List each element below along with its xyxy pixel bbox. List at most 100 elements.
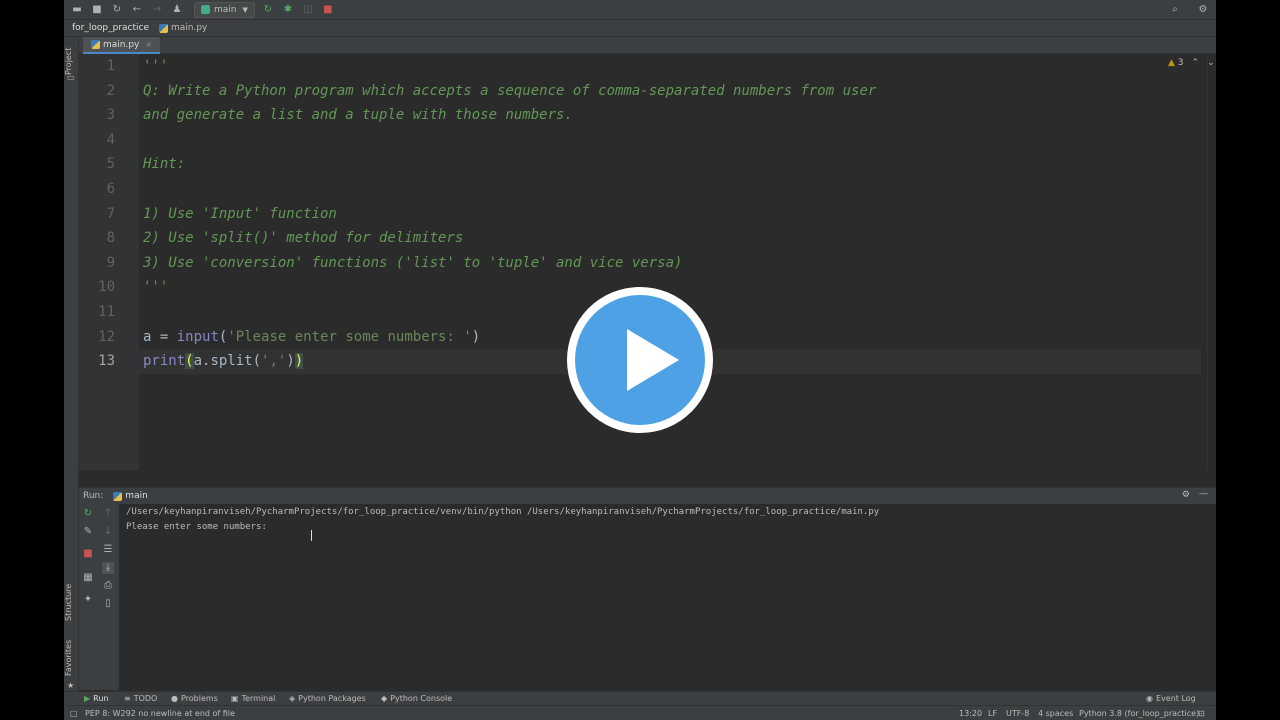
layout-icon[interactable]: ▦ — [82, 572, 94, 584]
run-config-selector[interactable]: main ▼ — [194, 1, 255, 18]
run-config-tab[interactable]: main — [113, 491, 148, 501]
run-config-label: main — [214, 4, 237, 15]
arrow-up-icon[interactable]: ↑ — [102, 508, 114, 520]
panel-toggle-icon[interactable]: ▢ — [70, 709, 78, 718]
code-line: 2) Use 'split()' method for delimiters — [143, 230, 464, 247]
string-token: 'Please enter some numbers: ' — [227, 328, 472, 345]
gear-icon[interactable]: ⚙ — [1196, 2, 1210, 16]
file-encoding[interactable]: UTF-8 — [1006, 709, 1029, 718]
rerun-icon[interactable]: ↻ — [261, 3, 275, 17]
structure-tool-tab[interactable]: Structure — [64, 577, 78, 627]
tab-terminal[interactable]: ▣ Terminal — [231, 694, 275, 703]
tab-python-console-label: Python Console — [390, 694, 453, 703]
line-number-current: 13 — [98, 353, 115, 370]
run-console[interactable]: /Users/keyhanpiranviseh/PycharmProjects/… — [119, 504, 1216, 690]
builtin-token: input — [176, 328, 219, 345]
python-console-icon: ◆ — [381, 694, 388, 703]
inspection-widget[interactable]: ▲ 3 ⌃ ⌄ — [1168, 58, 1215, 68]
search-icon[interactable]: ⌕ — [1168, 2, 1182, 16]
run-config-tab-label: main — [125, 491, 148, 501]
paren-token: ) — [471, 328, 481, 345]
sync-icon[interactable]: ↻ — [110, 3, 124, 17]
breadcrumb: for_loop_practice main.py — [64, 20, 1216, 37]
operator-token: = — [151, 328, 177, 345]
arrow-down-icon[interactable]: ↓ — [102, 526, 114, 538]
code-line: ''' — [143, 279, 169, 296]
chevron-down-icon[interactable]: ⌄ — [1207, 58, 1215, 68]
main-toolbar: ▬ ■ ↻ ← → ♟ main ▼ ↻ ✱ ◫ ■ ⌕ ⚙ — [64, 0, 1216, 20]
line-number: 1 — [106, 58, 115, 74]
status-message[interactable]: PEP 8: W292 no newline at end of file — [85, 709, 235, 718]
python-config-icon — [113, 491, 123, 501]
tab-todo[interactable]: ≡ TODO — [124, 694, 157, 703]
editor-scrollbar[interactable] — [1207, 54, 1216, 470]
line-number: 6 — [106, 181, 115, 197]
text-cursor — [311, 530, 312, 541]
play-button-circle — [575, 295, 705, 425]
tab-python-packages[interactable]: ◈ Python Packages — [289, 694, 366, 703]
trash-icon[interactable]: ▯ — [102, 598, 114, 610]
code-line: 3) Use 'conversion' functions ('list' to… — [143, 254, 683, 271]
code-line: 1) Use 'Input' function — [143, 205, 337, 222]
star-icon: ★ — [67, 681, 75, 690]
line-number-gutter: 1 2 3 4 5 6 7 8 9 10 11 12 13 — [79, 54, 139, 470]
coverage-icon[interactable]: ◫ — [301, 3, 315, 17]
tab-python-console[interactable]: ◆ Python Console — [381, 694, 452, 703]
code-line: ''' — [143, 58, 169, 74]
back-arrow-icon[interactable]: ← — [130, 3, 144, 17]
code-line: and generate a list and a tuple with tho… — [143, 107, 573, 124]
console-line: /Users/keyhanpiranviseh/PycharmProjects/… — [126, 507, 880, 517]
line-separator[interactable]: LF — [988, 709, 997, 718]
print-icon[interactable]: ⎙ — [102, 580, 114, 592]
line-number: 3 — [106, 107, 115, 124]
wrench-icon[interactable]: ✎ — [82, 526, 94, 538]
minimize-icon[interactable]: — — [1199, 489, 1208, 499]
indent-setting[interactable]: 4 spaces — [1038, 709, 1073, 718]
python-config-icon — [201, 5, 210, 14]
forward-arrow-icon[interactable]: → — [150, 3, 164, 17]
warning-icon: ▲ — [1168, 58, 1175, 68]
chevron-up-icon[interactable]: ⌃ — [1192, 58, 1200, 68]
video-play-button[interactable] — [567, 287, 713, 433]
tab-main-py[interactable]: main.py × — [83, 37, 161, 54]
lock-icon[interactable]: ⊡ — [1198, 709, 1205, 718]
line-number: 11 — [98, 304, 115, 320]
tab-event-log[interactable]: ◉ Event Log — [1146, 694, 1196, 703]
stop-icon[interactable]: ■ — [321, 3, 335, 17]
tab-run[interactable]: ▶ Run — [84, 694, 109, 703]
code-line: Hint: — [143, 156, 186, 173]
tab-terminal-label: Terminal — [241, 694, 276, 703]
tab-problems[interactable]: ● Problems — [171, 694, 218, 703]
info-icon: ● — [171, 694, 178, 703]
console-line: Please enter some numbers: — [126, 522, 273, 532]
pin-icon[interactable]: ✦ — [82, 594, 94, 606]
interpreter-selector[interactable]: Python 3.8 (for_loop_practice) — [1079, 709, 1199, 718]
play-icon: ▶ — [84, 694, 91, 703]
user-icon[interactable]: ♟ — [170, 3, 184, 17]
tab-event-log-label: Event Log — [1155, 694, 1196, 703]
line-number: 5 — [106, 156, 115, 173]
code-line: Q: Write a Python program which accepts … — [143, 82, 877, 99]
favorites-tool-tab[interactable]: Favorites — [64, 637, 78, 679]
gear-icon[interactable]: ⚙ — [1182, 490, 1190, 500]
breadcrumb-file[interactable]: main.py — [159, 23, 207, 33]
rerun-icon[interactable]: ↻ — [82, 508, 94, 520]
debug-icon[interactable]: ✱ — [281, 3, 295, 17]
close-icon[interactable]: × — [145, 40, 152, 49]
python-file-icon — [159, 23, 168, 33]
save-icon[interactable]: ■ — [90, 3, 104, 17]
run-panel-label: Run: — [83, 491, 104, 501]
code-line-input: a = input('Please enter some numbers: ') — [143, 325, 480, 350]
breadcrumb-project[interactable]: for_loop_practice — [72, 23, 149, 33]
caret-position[interactable]: 13:20 — [959, 709, 982, 718]
line-number: 2 — [106, 82, 115, 99]
scroll-to-end-icon[interactable]: ⤓ — [102, 562, 114, 574]
soft-wrap-icon[interactable]: ☰ — [102, 544, 114, 556]
open-folder-icon[interactable]: ▬ — [70, 3, 84, 17]
code-line-print: print(a.split(',')) — [143, 349, 304, 374]
paren-token-matched: ( — [185, 353, 194, 370]
status-bar: ▢ PEP 8: W292 no newline at end of file … — [64, 705, 1216, 720]
play-icon — [627, 329, 679, 391]
tab-label: main.py — [103, 39, 140, 50]
stop-icon[interactable]: ■ — [82, 548, 94, 560]
